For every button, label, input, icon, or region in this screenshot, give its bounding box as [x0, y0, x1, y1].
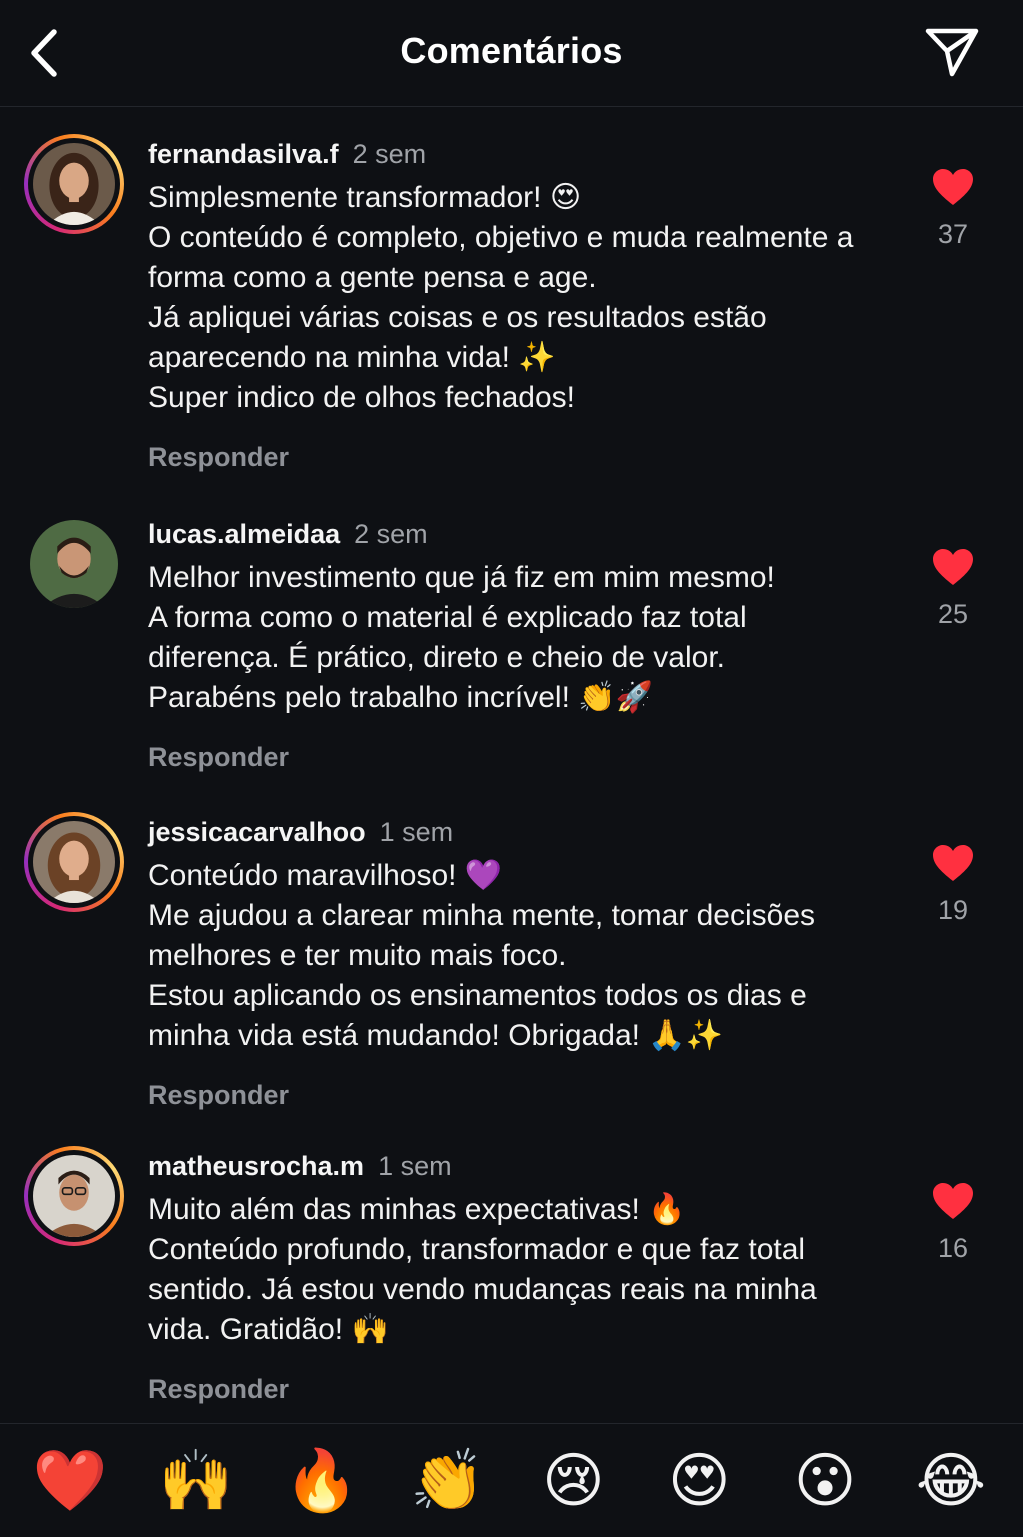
comment-text: Simplesmente transformador! 😍 O conteúdo…: [148, 181, 854, 414]
emoji-fire-button[interactable]: 🔥: [262, 1436, 382, 1526]
heart-icon[interactable]: [931, 167, 975, 207]
comment-body: jessicacarvalhoo 1 sem Conteúdo maravilh…: [148, 812, 868, 1111]
avatar[interactable]: [24, 134, 124, 234]
reply-button[interactable]: Responder: [148, 742, 289, 773]
avatar[interactable]: [24, 1146, 124, 1246]
comment-body: lucas.almeidaa 2 sem Melhor investimento…: [148, 514, 868, 773]
like-control: 25: [920, 547, 986, 630]
like-count: 25: [937, 599, 969, 629]
comment-text: Muito além das minhas expectativas! 🔥 Co…: [148, 1193, 817, 1346]
like-count: 37: [937, 219, 969, 249]
reply-button[interactable]: Responder: [148, 1374, 289, 1405]
user-photo-icon: [30, 520, 118, 608]
comment-text: Melhor investimento que já fiz em mim me…: [148, 561, 775, 714]
comment-time: 1 sem: [378, 1150, 452, 1181]
comments-screen: Comentários fernandasilva.f 2 sem Simple…: [0, 0, 1023, 1537]
send-icon: [925, 28, 979, 77]
emoji-laughing-button[interactable]: 😂: [891, 1436, 1011, 1526]
user-photo-icon: [33, 1155, 115, 1237]
user-photo-icon: [33, 821, 115, 903]
like-control: 19: [920, 843, 986, 926]
emoji-clap-button[interactable]: 👏: [388, 1436, 508, 1526]
avatar[interactable]: [24, 812, 124, 912]
like-count: 16: [937, 1233, 969, 1263]
comment-text: Conteúdo maravilhoso! 💜 Me ajudou a clar…: [148, 859, 816, 1052]
comment-username[interactable]: lucas.almeidaa: [148, 519, 340, 550]
heart-icon[interactable]: [931, 843, 975, 883]
emoji-surprised-button[interactable]: 😮: [765, 1436, 885, 1526]
reply-button[interactable]: Responder: [148, 1080, 289, 1111]
reply-button[interactable]: Responder: [148, 442, 289, 473]
comment-time: 1 sem: [379, 816, 454, 847]
emoji-heart-eyes-button[interactable]: 😍: [639, 1436, 759, 1526]
comment-username[interactable]: fernandasilva.f: [148, 139, 339, 170]
share-button[interactable]: [918, 22, 988, 82]
avatar[interactable]: [24, 514, 124, 614]
comment-username[interactable]: jessicacarvalhoo: [148, 817, 366, 848]
heart-icon[interactable]: [931, 547, 975, 587]
page-title: Comentários: [400, 30, 623, 71]
emoji-reaction-bar: ❤️ 🙌 🔥 👏 😢 😍 😮 😂: [0, 1423, 1023, 1537]
comment-body: fernandasilva.f 2 sem Simplesmente trans…: [148, 134, 868, 473]
emoji-heart-button[interactable]: ❤️: [10, 1436, 130, 1526]
heart-icon[interactable]: [931, 1181, 975, 1221]
like-control: 16: [920, 1181, 986, 1264]
comment-username[interactable]: matheusrocha.m: [148, 1151, 364, 1182]
user-photo-icon: [33, 143, 115, 225]
like-count: 19: [937, 895, 969, 925]
comment-time: 2 sem: [354, 518, 428, 549]
emoji-crying-button[interactable]: 😢: [513, 1436, 633, 1526]
header-bar: Comentários: [0, 0, 1023, 107]
emoji-raised-hands-button[interactable]: 🙌: [136, 1436, 256, 1526]
comment-time: 2 sem: [352, 138, 427, 169]
like-control: 37: [920, 167, 986, 250]
comment-body: matheusrocha.m 1 sem Muito além das minh…: [148, 1146, 868, 1405]
